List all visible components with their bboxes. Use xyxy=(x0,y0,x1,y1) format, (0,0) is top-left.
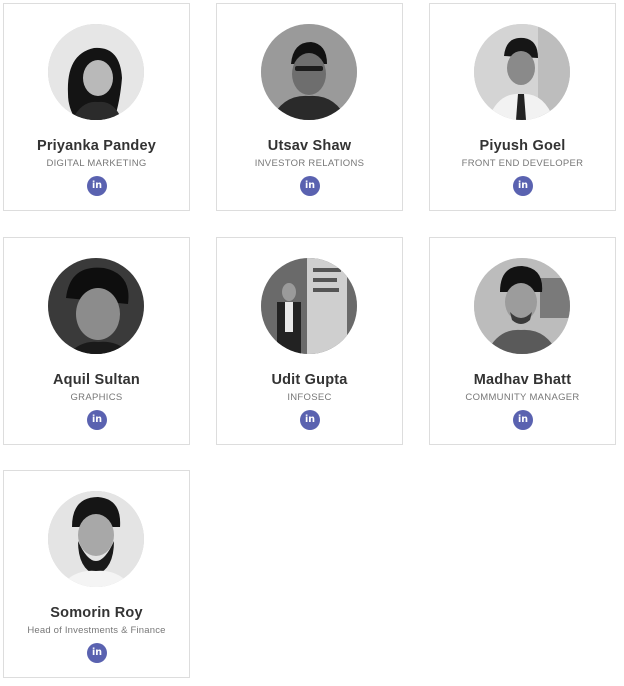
avatar xyxy=(261,258,357,354)
linkedin-icon[interactable]: in xyxy=(87,410,107,430)
member-name: Somorin Roy xyxy=(50,605,143,621)
member-role: COMMUNITY MANAGER xyxy=(465,392,580,403)
team-member-card: Piyush Goel FRONT END DEVELOPER in xyxy=(429,3,616,211)
team-member-card: Madhav Bhatt COMMUNITY MANAGER in xyxy=(429,237,616,445)
member-role: FRONT END DEVELOPER xyxy=(461,158,584,169)
avatar xyxy=(474,258,570,354)
team-member-card: Aquil Sultan GRAPHICS in xyxy=(3,237,190,445)
avatar xyxy=(48,491,144,587)
team-member-card: Utsav Shaw INVESTOR RELATIONS in xyxy=(216,3,403,211)
member-role: GRAPHICS xyxy=(70,392,123,403)
linkedin-icon[interactable]: in xyxy=(513,176,533,196)
member-name: Udit Gupta xyxy=(271,372,348,388)
linkedin-icon[interactable]: in xyxy=(300,176,320,196)
member-role: INVESTOR RELATIONS xyxy=(254,158,365,169)
member-name: Priyanka Pandey xyxy=(36,138,157,154)
team-member-card: Somorin Roy Head of Investments & Financ… xyxy=(3,470,190,678)
avatar xyxy=(261,24,357,120)
member-role: DIGITAL MARKETING xyxy=(46,158,147,169)
linkedin-icon[interactable]: in xyxy=(300,410,320,430)
member-role: INFOSEC xyxy=(287,392,332,403)
avatar xyxy=(474,24,570,120)
linkedin-icon[interactable]: in xyxy=(87,176,107,196)
member-name: Piyush Goel xyxy=(479,138,566,154)
member-name: Madhav Bhatt xyxy=(473,372,572,388)
avatar xyxy=(48,258,144,354)
team-member-card: Udit Gupta INFOSEC in xyxy=(216,237,403,445)
team-member-card: Priyanka Pandey DIGITAL MARKETING in xyxy=(3,3,190,211)
member-name: Utsav Shaw xyxy=(267,138,352,154)
member-role: Head of Investments & Finance xyxy=(27,625,166,636)
linkedin-icon[interactable]: in xyxy=(87,643,107,663)
member-name: Aquil Sultan xyxy=(53,372,140,388)
linkedin-icon[interactable]: in xyxy=(513,410,533,430)
avatar xyxy=(48,24,144,120)
